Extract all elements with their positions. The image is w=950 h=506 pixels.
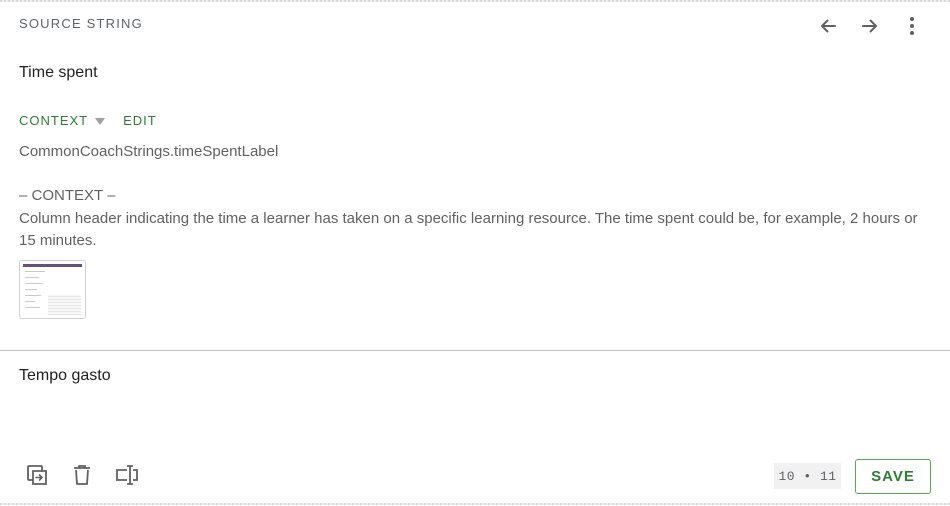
save-button[interactable]: SAVE	[855, 459, 931, 494]
thumbnail-line	[25, 307, 40, 308]
bottom-border	[0, 503, 950, 505]
text-cursor-button[interactable]	[114, 461, 140, 489]
context-heading: – CONTEXT –	[19, 187, 116, 204]
arrow-left-icon	[821, 19, 836, 33]
thumbnail-line	[25, 289, 37, 290]
thumbnail-header	[23, 264, 82, 267]
context-toggle[interactable]: CONTEXT	[19, 113, 106, 128]
thumbnail-line	[25, 271, 45, 272]
arrow-right-icon	[862, 19, 877, 33]
screenshot-thumbnail[interactable]	[19, 260, 86, 319]
previous-button[interactable]	[814, 13, 842, 39]
source-string-text: Time spent	[19, 64, 98, 81]
navigation-controls	[814, 13, 926, 39]
context-description: Column header indicating the time a lear…	[19, 210, 918, 249]
string-counter: 10 • 11	[774, 463, 841, 489]
thumbnail-line	[25, 283, 43, 284]
context-toggle-label: CONTEXT	[19, 113, 89, 128]
translation-toolbar	[24, 461, 140, 489]
caret-down-icon	[95, 117, 106, 125]
source-panel: SOURCE STRING Time spent CONTEXT EDIT Co…	[0, 2, 950, 350]
copy-source-button[interactable]	[24, 461, 50, 489]
more-options-button[interactable]	[898, 13, 926, 39]
panel-divider	[0, 350, 950, 351]
more-vert-icon	[910, 17, 914, 35]
delete-button[interactable]	[69, 461, 95, 489]
text-cursor-icon	[116, 465, 138, 485]
string-key: CommonCoachStrings.timeSpentLabel	[19, 143, 279, 160]
context-controls: CONTEXT EDIT	[19, 113, 157, 128]
thumbnail-line	[25, 295, 41, 296]
next-button[interactable]	[856, 13, 884, 39]
copy-source-icon	[27, 465, 47, 485]
thumbnail-grid	[48, 295, 81, 315]
translation-input[interactable]: Tempo gasto	[19, 367, 111, 385]
delete-icon	[74, 465, 90, 485]
thumbnail-line	[25, 301, 35, 302]
edit-context-link[interactable]: EDIT	[123, 113, 157, 128]
thumbnail-line	[25, 277, 39, 278]
source-string-label: SOURCE STRING	[19, 16, 143, 31]
